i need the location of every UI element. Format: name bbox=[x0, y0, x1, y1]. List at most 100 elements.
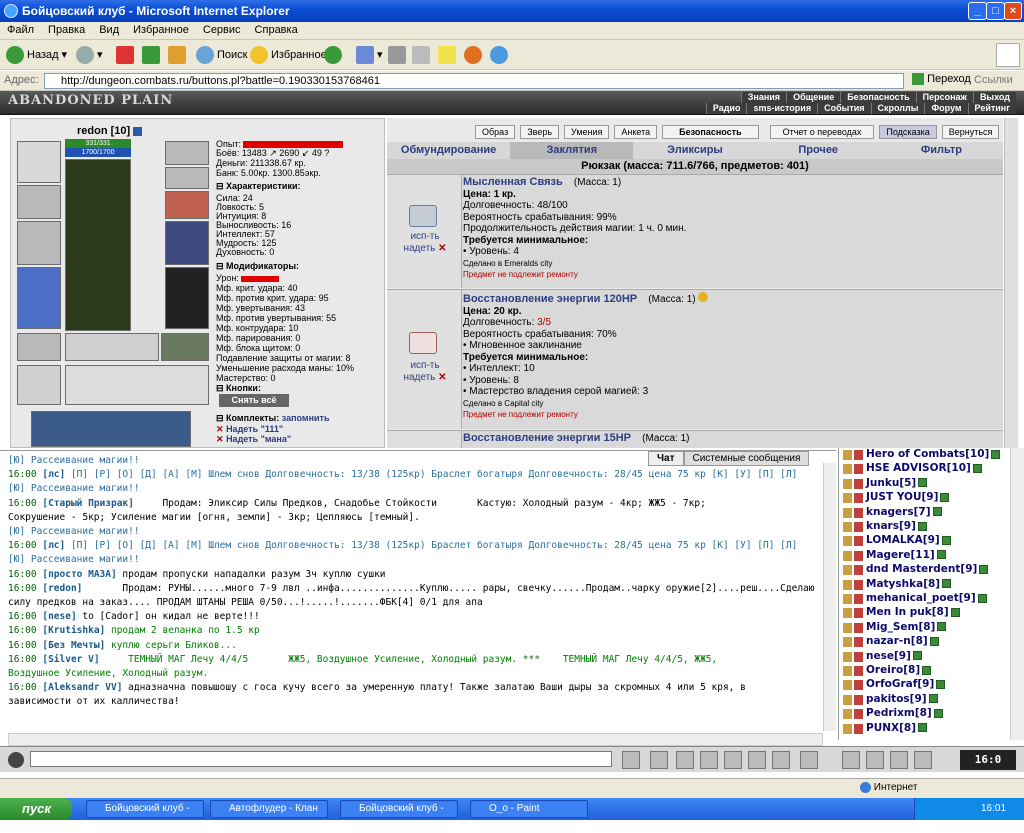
player-rank-icon[interactable] bbox=[843, 680, 863, 691]
tab-equipment[interactable]: Обмундирование bbox=[387, 142, 510, 159]
tab-other[interactable]: Прочее bbox=[757, 142, 880, 159]
inventory-icon[interactable] bbox=[890, 751, 908, 769]
pants-slot[interactable] bbox=[165, 267, 209, 329]
item-name[interactable]: Мысленная Связь bbox=[463, 176, 563, 188]
bracer-slot[interactable] bbox=[17, 185, 61, 219]
search-button[interactable]: Поиск bbox=[196, 44, 247, 66]
chat-username[interactable]: [Aleksandr VV] bbox=[42, 682, 122, 693]
belt-slot[interactable] bbox=[17, 333, 61, 361]
chat-h-scrollbar[interactable] bbox=[8, 733, 823, 746]
player-info-icon[interactable] bbox=[918, 478, 928, 488]
player-name[interactable]: Mig_Sem[8] bbox=[866, 621, 947, 633]
player-name[interactable]: Junku[5] bbox=[866, 477, 928, 489]
player-name[interactable]: Oreiro[8] bbox=[866, 664, 932, 676]
nav-knowledge[interactable]: Знания bbox=[740, 92, 787, 103]
gloves-slot[interactable] bbox=[165, 191, 209, 219]
tab-spells[interactable]: Заклятия bbox=[510, 142, 634, 159]
player-rank-icon[interactable] bbox=[843, 450, 863, 460]
maximize-button[interactable]: □ bbox=[986, 2, 1005, 20]
player-name[interactable]: nazar-n[8] bbox=[866, 635, 939, 647]
menu-favorites[interactable]: Избранное bbox=[126, 22, 196, 38]
player-name[interactable]: OrfoGraf[9] bbox=[866, 678, 946, 690]
player-rank-icon[interactable] bbox=[843, 637, 863, 648]
player-name[interactable]: Magere[11] bbox=[866, 549, 946, 561]
home-button[interactable] bbox=[168, 44, 186, 66]
tab-hint[interactable]: Подсказка bbox=[879, 125, 937, 139]
start-button[interactable]: пуск bbox=[0, 798, 72, 820]
messenger-button[interactable] bbox=[490, 44, 508, 66]
player-info-icon[interactable] bbox=[917, 521, 927, 531]
player-rank-icon[interactable] bbox=[843, 666, 863, 676]
armor-slot[interactable] bbox=[17, 267, 61, 329]
player-info-icon[interactable] bbox=[972, 463, 982, 473]
tab-transfer-report[interactable]: Отчет о переводах bbox=[769, 125, 875, 139]
player-rank-icon[interactable] bbox=[843, 579, 863, 590]
task-browser-1[interactable]: Бойцовский клуб - М... bbox=[86, 800, 204, 830]
player-name[interactable]: HSE ADVISOR[10] bbox=[866, 462, 982, 474]
ring-slots[interactable] bbox=[65, 333, 159, 361]
player-name[interactable]: nese[9] bbox=[866, 650, 922, 662]
stats-header[interactable]: ⊟ Характеристики: bbox=[216, 181, 301, 192]
player-rank-icon[interactable] bbox=[843, 694, 863, 705]
smile-icon[interactable] bbox=[800, 751, 818, 769]
player-info-icon[interactable] bbox=[940, 492, 950, 502]
player-info-icon[interactable] bbox=[936, 550, 946, 560]
tools-icon[interactable] bbox=[748, 751, 766, 769]
map-icon[interactable] bbox=[866, 751, 884, 769]
chat-username[interactable]: [Старый Призрак] bbox=[42, 498, 134, 509]
links-button[interactable]: Ссылки bbox=[974, 74, 1013, 86]
nav-character[interactable]: Персонаж bbox=[915, 92, 973, 103]
player-name[interactable]: Hero of Combats[10] bbox=[866, 448, 1001, 460]
set-link-mana[interactable]: ✕ Надеть "мана" bbox=[216, 434, 291, 444]
use-link[interactable]: исп-ть bbox=[393, 360, 457, 372]
player-rank-icon[interactable] bbox=[843, 493, 863, 504]
chat-username[interactable]: [лс] bbox=[42, 469, 65, 480]
amulet-slot[interactable] bbox=[165, 167, 209, 189]
task-browser-2[interactable]: Бойцовский клуб - М... bbox=[340, 800, 458, 830]
tab-return[interactable]: Вернуться bbox=[941, 125, 1000, 139]
player-name[interactable]: LOMALKA[9] bbox=[866, 534, 951, 546]
helmet-slot[interactable] bbox=[17, 141, 61, 183]
tab-pet[interactable]: Зверь bbox=[520, 125, 560, 139]
players-scrollbar[interactable] bbox=[1010, 448, 1024, 740]
go-button[interactable]: Переход bbox=[912, 73, 971, 86]
quest-icon[interactable] bbox=[914, 751, 932, 769]
player-rank-icon[interactable] bbox=[843, 594, 863, 604]
sound-icon[interactable] bbox=[772, 751, 790, 769]
chat-username[interactable]: [Silver V] bbox=[42, 654, 99, 665]
player-rank-icon[interactable] bbox=[843, 464, 863, 475]
character-avatar[interactable] bbox=[65, 159, 131, 331]
task-autoflooder[interactable]: Автофлудер - Клан ... bbox=[210, 800, 328, 830]
history-button[interactable] bbox=[324, 44, 342, 66]
runner-icon[interactable] bbox=[724, 751, 742, 769]
tab-chat[interactable]: Чат bbox=[648, 451, 684, 466]
nav-rating[interactable]: Рейтинг bbox=[967, 103, 1016, 114]
use-link[interactable]: исп-ть bbox=[393, 231, 457, 243]
nav-security[interactable]: Безопасность bbox=[840, 92, 916, 103]
player-name[interactable]: knars[9] bbox=[866, 520, 927, 532]
fight-icon[interactable] bbox=[842, 751, 860, 769]
player-rank-icon[interactable] bbox=[843, 550, 863, 561]
player-info-icon[interactable] bbox=[936, 679, 946, 689]
shield-slot[interactable] bbox=[165, 221, 209, 265]
chat-username[interactable]: [просто МАЗА] bbox=[42, 569, 116, 580]
player-info-icon[interactable] bbox=[929, 636, 939, 646]
set-link-111[interactable]: ✕ Надеть "111" bbox=[216, 424, 283, 434]
weapon-slot[interactable] bbox=[17, 221, 61, 265]
chat-username[interactable]: [Krutishka] bbox=[42, 625, 105, 636]
item-name[interactable]: Восстановление энергии 15HP bbox=[463, 432, 631, 444]
discuss-button[interactable] bbox=[438, 44, 456, 66]
player-info-icon[interactable] bbox=[937, 622, 947, 632]
chat-username[interactable]: [nese] bbox=[42, 611, 76, 622]
player-name[interactable]: dnd Masterdent[9] bbox=[866, 563, 989, 575]
nav-exit[interactable]: Выход bbox=[972, 92, 1016, 103]
player-info-icon[interactable] bbox=[912, 651, 922, 661]
favorites-button[interactable]: Избранное bbox=[250, 44, 327, 66]
menu-file[interactable]: Файл bbox=[0, 22, 41, 38]
player-name[interactable]: JUST YOU[9] bbox=[866, 491, 950, 503]
nav-communication[interactable]: Общение bbox=[786, 92, 841, 103]
player-info-icon[interactable] bbox=[928, 694, 938, 704]
player-rank-icon[interactable] bbox=[843, 565, 863, 576]
player-name[interactable]: Matyshka[8] bbox=[866, 578, 952, 590]
tab-elixirs[interactable]: Эликсиры bbox=[633, 142, 756, 159]
